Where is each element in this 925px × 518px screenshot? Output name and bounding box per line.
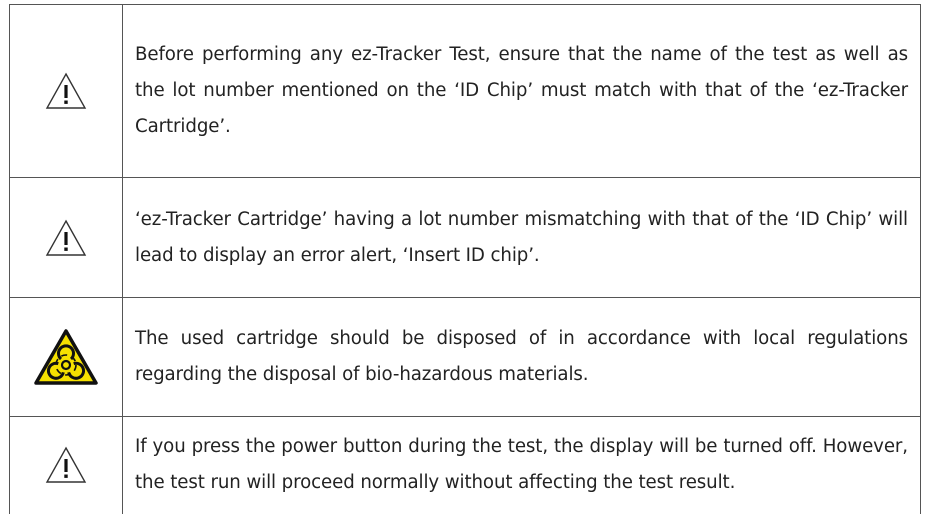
notice-text: The used cartridge should be disposed of… xyxy=(122,297,921,417)
notice-icon-cell xyxy=(9,297,123,417)
notice-row: The used cartridge should be disposed of… xyxy=(9,297,921,417)
warning-triangle-icon xyxy=(10,71,122,111)
notice-row: ‘ez-Tracker Cartridge’ having a lot numb… xyxy=(9,177,921,298)
notice-icon-cell xyxy=(9,416,123,514)
notice-text: If you press the power button during the… xyxy=(122,416,921,514)
warning-triangle-icon xyxy=(10,445,122,485)
caution-notice-table: Before performing any ez-Tracker Test, e… xyxy=(9,4,921,514)
notice-row: If you press the power button during the… xyxy=(9,416,921,514)
biohazard-icon xyxy=(10,328,122,386)
notice-text: Before performing any ez-Tracker Test, e… xyxy=(122,4,921,178)
notice-icon-cell xyxy=(9,4,123,178)
notice-icon-cell xyxy=(9,177,123,298)
notice-row: Before performing any ez-Tracker Test, e… xyxy=(9,4,921,178)
warning-triangle-icon xyxy=(10,218,122,258)
notice-text: ‘ez-Tracker Cartridge’ having a lot numb… xyxy=(122,177,921,298)
